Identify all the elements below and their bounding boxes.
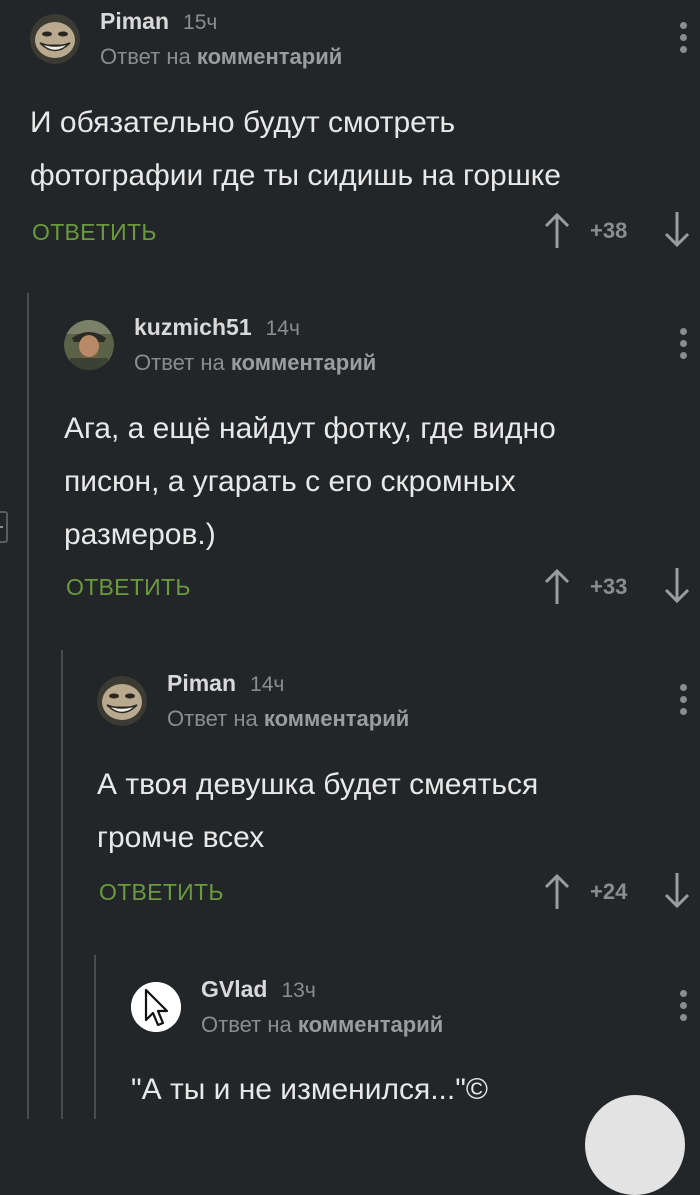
username-text[interactable]: kuzmich51 <box>134 314 252 340</box>
comment: Piman 14ч Ответ на комментарий А твоя дев… <box>97 662 700 922</box>
more-options-icon[interactable] <box>678 684 688 720</box>
thread-line-level-2 <box>61 650 63 1119</box>
reply-target-link[interactable]: комментарий <box>298 1012 443 1037</box>
reply-target-link[interactable]: комментарий <box>197 44 342 69</box>
reply-button[interactable]: ОТВЕТИТЬ <box>66 574 191 601</box>
comment: Piman 15ч Ответ на комментарий И обязател… <box>30 0 700 260</box>
reply-to-info: Ответ на комментарий <box>167 706 409 732</box>
username-text[interactable]: Piman <box>100 8 169 34</box>
mouse-cursor-icon <box>131 982 181 1032</box>
bearded-man-photo <box>64 320 114 370</box>
reply-to-info: Ответ на комментарий <box>134 350 376 376</box>
comment-time: 13ч <box>281 979 316 1002</box>
comment: kuzmich51 14ч Ответ на комментарий Ага, а… <box>64 306 700 626</box>
comment-text: А твоя девушка будет смеяться громче все… <box>97 758 660 864</box>
floating-action-button[interactable] <box>585 1095 685 1195</box>
username-text[interactable]: GVlad <box>201 976 267 1002</box>
vote-score: +38 <box>590 218 628 243</box>
more-options-icon[interactable] <box>678 990 688 1026</box>
comment-line: "А ты и не изменился..."© <box>131 1073 488 1106</box>
vote-controls: +38 <box>542 210 692 250</box>
comment-line: фотографии где ты сидишь на горшке <box>30 159 561 192</box>
username[interactable]: kuzmich51 14ч <box>134 314 300 341</box>
reply-to-info: Ответ на комментарий <box>100 44 342 70</box>
comment-line: Ага, а ещё найдут фотку, где видно <box>64 412 556 445</box>
avatar[interactable] <box>131 982 181 1032</box>
reply-to-info: Ответ на комментарий <box>201 1012 443 1038</box>
thread-line-level-1 <box>27 293 29 1119</box>
comment-line: размеров.) <box>64 518 216 551</box>
comment-line: И обязательно будут смотреть <box>30 106 456 139</box>
reply-target-link[interactable]: комментарий <box>264 706 409 731</box>
comment-text: Ага, а ещё найдут фотку, где видно писюн… <box>64 402 660 561</box>
comment-text: "А ты и не изменился..."© <box>131 1063 660 1116</box>
upvote-arrow-icon[interactable] <box>542 210 572 250</box>
reply-prefix: Ответ на <box>134 350 225 375</box>
downvote-arrow-icon[interactable] <box>662 210 692 250</box>
reply-button[interactable]: ОТВЕТИТЬ <box>99 879 224 906</box>
reply-button[interactable]: ОТВЕТИТЬ <box>32 219 157 246</box>
username[interactable]: GVlad 13ч <box>201 976 316 1003</box>
upvote-arrow-icon[interactable] <box>542 871 572 911</box>
comment-text: И обязательно будут смотреть фотографии … <box>30 96 660 202</box>
vote-controls: +33 <box>542 566 692 606</box>
comment-time: 15ч <box>183 11 218 34</box>
username[interactable]: Piman 14ч <box>167 670 284 697</box>
vote-score: +33 <box>590 574 628 599</box>
troll-face-icon <box>97 676 147 726</box>
reply-target-link[interactable]: комментарий <box>231 350 376 375</box>
reply-prefix: Ответ на <box>167 706 258 731</box>
comment: GVlad 13ч Ответ на комментарий "А ты и не… <box>131 968 700 1119</box>
reply-prefix: Ответ на <box>100 44 191 69</box>
collapse-thread-button[interactable] <box>0 511 8 543</box>
avatar[interactable] <box>97 676 147 726</box>
thread-line-level-3 <box>94 955 96 1119</box>
downvote-arrow-icon[interactable] <box>662 566 692 606</box>
comment-line: громче всех <box>97 821 265 854</box>
comment-time: 14ч <box>265 317 300 340</box>
avatar[interactable] <box>64 320 114 370</box>
more-options-icon[interactable] <box>678 328 688 364</box>
reply-prefix: Ответ на <box>201 1012 292 1037</box>
upvote-arrow-icon[interactable] <box>542 566 572 606</box>
vote-score: +24 <box>590 879 628 904</box>
downvote-arrow-icon[interactable] <box>662 871 692 911</box>
username[interactable]: Piman 15ч <box>100 8 217 35</box>
comment-line: писюн, а угарать с его скромных <box>64 465 516 498</box>
comment-time: 14ч <box>250 673 285 696</box>
username-text[interactable]: Piman <box>167 670 236 696</box>
comment-line: А твоя девушка будет смеяться <box>97 768 539 801</box>
more-options-icon[interactable] <box>678 22 688 58</box>
troll-face-icon <box>30 14 80 64</box>
vote-controls: +24 <box>542 871 692 911</box>
avatar[interactable] <box>30 14 80 64</box>
